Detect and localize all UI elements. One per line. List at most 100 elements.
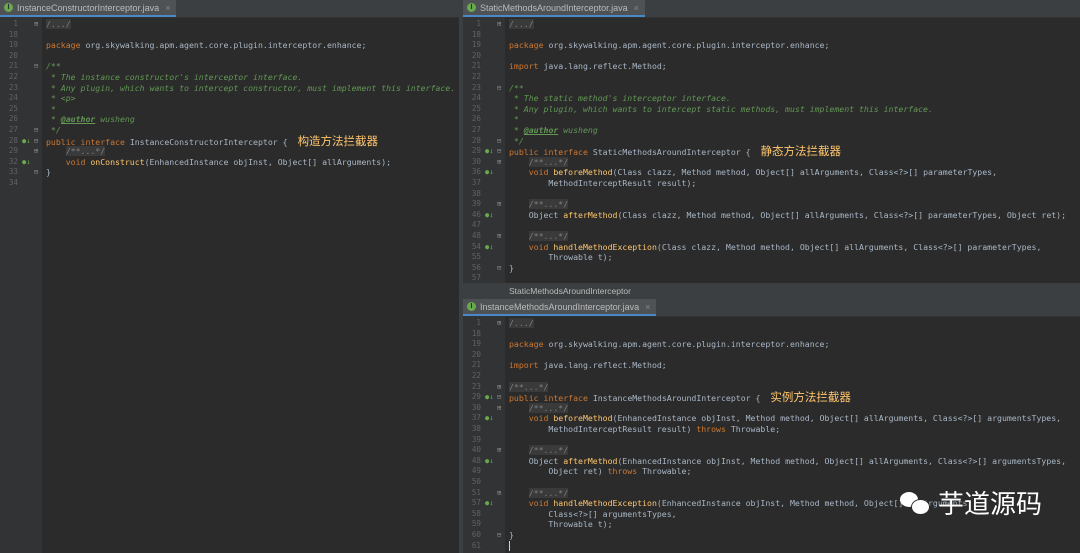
implemented-marker-icon[interactable]: ●↓ — [485, 167, 495, 178]
code-line[interactable]: 23 * Any plugin, which wants to intercep… — [0, 83, 459, 94]
code-line[interactable]: 32 ●↓ void onConstruct(EnhancedInstance o… — [0, 157, 459, 168]
code-line[interactable]: 60 ⊟} — [463, 530, 1080, 541]
fold-icon[interactable]: ⊞ — [497, 403, 505, 414]
code-line[interactable]: 61 — [463, 541, 1080, 552]
code-line[interactable]: 20 — [0, 51, 459, 62]
code-line[interactable]: 1 ⊞ /.../ — [463, 318, 1080, 329]
code-line[interactable]: 21 ⊟ /** — [0, 61, 459, 72]
fold-icon[interactable]: ⊞ — [497, 231, 505, 242]
code-line[interactable]: 29 ●↓ ⊟ public interface StaticMethodsAroun… — [463, 145, 1080, 157]
code-line[interactable]: 18 — [0, 30, 459, 41]
fold-icon[interactable]: ⊟ — [34, 167, 42, 178]
fold-icon[interactable]: ⊞ — [497, 488, 505, 499]
code-line[interactable]: 20 — [463, 350, 1080, 361]
code-line[interactable]: 19 package org.skywalking.apm.agent.core.… — [463, 339, 1080, 350]
fold-icon[interactable]: ⊟ — [497, 392, 505, 403]
interface-file-icon: I — [4, 3, 13, 12]
close-icon[interactable]: × — [165, 3, 170, 13]
code-editor[interactable]: 1 ⊞ /.../ 18 19 package org.skywalking.apm.ag… — [0, 17, 459, 553]
code-line[interactable]: 24 * The static method's interceptor int… — [463, 93, 1080, 104]
code-line[interactable]: 26 * @author wusheng — [0, 114, 459, 125]
implemented-marker-icon[interactable]: ●↓ — [485, 456, 495, 467]
code-line[interactable]: 39 ⊞ /**...*/ — [463, 199, 1080, 210]
code-line[interactable]: 39 — [463, 435, 1080, 446]
fold-icon[interactable]: ⊞ — [497, 445, 505, 456]
fold-icon[interactable]: ⊟ — [34, 136, 42, 147]
code-line[interactable]: 28 ●↓ ⊟ public interface InstanceConstructo… — [0, 135, 459, 147]
code-line[interactable]: 18 — [463, 30, 1080, 41]
fold-icon[interactable]: ⊟ — [497, 530, 505, 541]
code-line[interactable]: 22 — [463, 371, 1080, 382]
fold-icon[interactable]: ⊞ — [497, 157, 505, 168]
code-line[interactable]: 57 — [463, 273, 1080, 283]
tab-instance-constructor-interceptor[interactable]: I InstanceConstructorInterceptor.java × — [0, 0, 177, 17]
code-line[interactable]: 24 * <p> — [0, 93, 459, 104]
fold-icon[interactable]: ⊞ — [34, 19, 42, 30]
fold-icon[interactable]: ⊟ — [34, 61, 42, 72]
code-line[interactable]: 18 — [463, 329, 1080, 340]
code-line[interactable]: 33 ⊟} — [0, 167, 459, 178]
implemented-marker-icon[interactable]: ●↓ — [22, 136, 32, 147]
code-line[interactable]: 29 ●↓ ⊟ public interface InstanceMethodsAro… — [463, 391, 1080, 403]
breadcrumb[interactable]: StaticMethodsAroundInterceptor — [463, 283, 1080, 299]
code-line[interactable]: 1 ⊞ /.../ — [463, 19, 1080, 30]
code-line[interactable]: 56 ⊟} — [463, 263, 1080, 274]
implemented-marker-icon[interactable]: ●↓ — [22, 157, 32, 168]
fold-icon[interactable]: ⊞ — [497, 318, 505, 329]
code-line[interactable]: 19 package org.skywalking.apm.agent.core.… — [0, 40, 459, 51]
code-line[interactable]: 25 * Any plugin, which wants to intercep… — [463, 104, 1080, 115]
implemented-marker-icon[interactable]: ●↓ — [485, 498, 495, 509]
implemented-marker-icon[interactable]: ●↓ — [485, 146, 495, 157]
code-line[interactable]: 30 ⊞ /**...*/ — [463, 156, 1080, 168]
breadcrumb-item[interactable]: StaticMethodsAroundInterceptor — [509, 286, 631, 296]
fold-icon[interactable]: ⊟ — [497, 146, 505, 157]
fold-icon[interactable]: ⊞ — [497, 199, 505, 210]
implemented-marker-icon[interactable]: ●↓ — [485, 242, 495, 253]
code-line[interactable]: 47 — [463, 220, 1080, 231]
code-line[interactable]: 21 import java.lang.reflect.Method; — [463, 61, 1080, 72]
fold-icon[interactable]: ⊞ — [497, 19, 505, 30]
close-icon[interactable]: × — [634, 3, 639, 13]
code-line[interactable]: 37 MethodInterceptResult result); — [463, 178, 1080, 189]
code-line[interactable]: 48 ⊞ /**...*/ — [463, 231, 1080, 242]
implemented-marker-icon[interactable]: ●↓ — [485, 413, 495, 424]
code-line[interactable]: 27 ⊟ */ — [0, 125, 459, 136]
code-line[interactable]: 25 * — [0, 104, 459, 115]
code-line[interactable]: 38 — [463, 189, 1080, 200]
code-line[interactable]: 37 ●↓ void beforeMethod(EnhancedInstance … — [463, 413, 1080, 424]
code-line[interactable]: 48 ●↓ Object afterMethod(EnhancedInstance… — [463, 456, 1080, 467]
code-line[interactable]: 22 * The instance constructor's intercep… — [0, 72, 459, 83]
code-line[interactable]: 49 Object ret) throws Throwable; — [463, 466, 1080, 477]
fold-icon[interactable]: ⊟ — [497, 263, 505, 274]
code-line[interactable]: 40 ⊞ /**...*/ — [463, 445, 1080, 456]
implemented-marker-icon[interactable]: ●↓ — [485, 392, 495, 403]
code-line[interactable]: 29 ⊞ /**...*/ — [0, 146, 459, 157]
code-line[interactable]: 21 import java.lang.reflect.Method; — [463, 360, 1080, 371]
code-text: * The instance constructor's interceptor… — [46, 72, 303, 82]
implemented-marker-icon[interactable]: ●↓ — [485, 210, 495, 221]
code-line[interactable]: 22 — [463, 72, 1080, 83]
code-editor[interactable]: 1 ⊞ /.../ 18 19 package org.skywalking.apm.ag… — [463, 17, 1080, 283]
code-line[interactable]: 36 ●↓ void beforeMethod(Class clazz, Meth… — [463, 167, 1080, 178]
tab-instance-methods-around-interceptor[interactable]: I InstanceMethodsAroundInterceptor.java … — [463, 299, 657, 316]
fold-icon[interactable]: ⊟ — [34, 125, 42, 136]
fold-icon[interactable]: ⊟ — [497, 136, 505, 147]
fold-icon[interactable]: ⊟ — [497, 83, 505, 94]
code-line[interactable]: 30 ⊞ /**...*/ — [463, 402, 1080, 414]
close-icon[interactable]: × — [645, 302, 650, 312]
fold-icon[interactable]: ⊞ — [34, 146, 42, 157]
code-line[interactable]: 26 * — [463, 114, 1080, 125]
code-line[interactable]: 1 ⊞ /.../ — [0, 19, 459, 30]
code-line[interactable]: 19 package org.skywalking.apm.agent.core.… — [463, 40, 1080, 51]
code-line[interactable]: 55 Throwable t); — [463, 252, 1080, 263]
code-line[interactable]: 23 ⊟ /** — [463, 83, 1080, 94]
code-line[interactable]: 46 ●↓ Object afterMethod(Class clazz, Met… — [463, 210, 1080, 221]
line-number: 1 — [476, 19, 481, 28]
code-line[interactable]: 54 ●↓ void handleMethodException(Class cl… — [463, 242, 1080, 253]
fold-icon[interactable]: ⊞ — [497, 382, 505, 393]
code-line[interactable]: 34 — [0, 178, 459, 189]
code-line[interactable]: 38 MethodInterceptResult result) throws … — [463, 424, 1080, 435]
tab-static-methods-around-interceptor[interactable]: I StaticMethodsAroundInterceptor.java × — [463, 0, 645, 17]
code-line[interactable]: 20 — [463, 51, 1080, 62]
code-line[interactable]: 27 * @author wusheng — [463, 125, 1080, 136]
